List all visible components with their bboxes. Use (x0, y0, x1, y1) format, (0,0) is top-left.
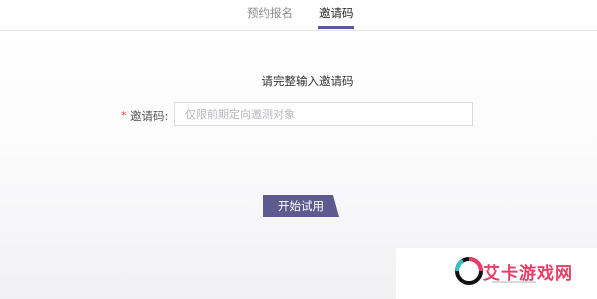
watermark-logo-icon (455, 257, 483, 285)
form-title-text: 请完整输入邀请码 (261, 74, 354, 88)
invite-code-input[interactable] (174, 102, 473, 126)
start-trial-button[interactable]: 开始试用 (263, 195, 339, 217)
site-watermark: 艾卡游戏网 (396, 248, 597, 299)
required-marker: * (121, 109, 127, 122)
tab-pre-register[interactable]: 预约报名 (247, 6, 293, 20)
active-tab-indicator (318, 26, 354, 29)
form-title: 请完整输入邀请码 (0, 73, 597, 89)
watermark-underline (492, 281, 536, 283)
top-tab-bar: 预约报名 邀请码 (0, 0, 597, 31)
tab-invite-code[interactable]: 邀请码 (319, 6, 354, 20)
invite-code-label: 邀请码: (130, 109, 169, 123)
